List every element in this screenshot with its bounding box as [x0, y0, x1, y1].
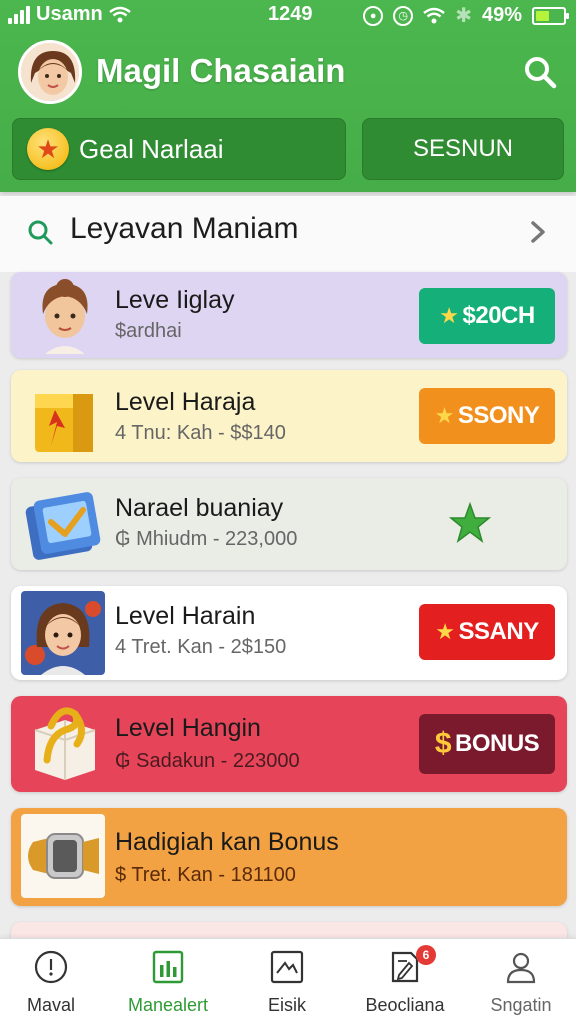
- item-title: Hadigiah kan Bonus: [115, 828, 339, 856]
- item-subtitle-text: Mhiudm - 223,000: [136, 528, 298, 550]
- bonus-button[interactable]: $ BONUS: [419, 714, 555, 774]
- clock: 1249: [268, 3, 313, 25]
- item-title: Narael buaniay: [115, 494, 284, 522]
- chart-doc-icon: [152, 950, 184, 984]
- search-icon[interactable]: [522, 54, 558, 90]
- item-title: Level Haraja: [115, 388, 256, 416]
- nav-label: Eisik: [267, 995, 306, 1015]
- reward-button[interactable]: ★ SSANY: [419, 604, 555, 660]
- nav-label: Sngatin: [490, 995, 552, 1015]
- item-subtitle: ₲ Sadakun - 223000: [115, 750, 300, 773]
- alarm-icon: ◷: [393, 5, 414, 26]
- list-item[interactable]: Leve Iiglay $ardhai ★ $20CH: [11, 272, 567, 358]
- reward-button[interactable]: ★ SSONY: [419, 388, 555, 444]
- item-title: Level Hangin: [115, 714, 261, 742]
- nav-item-eisik[interactable]: Eisik: [232, 939, 342, 1024]
- image-icon: [270, 950, 304, 984]
- app-title: Magil Chasaiain: [96, 52, 346, 89]
- nav-item-manealert[interactable]: Manealert: [113, 939, 223, 1024]
- bonus-button-label: BONUS: [455, 730, 540, 757]
- list-item[interactable]: Hadigiah kan Bonus $ Tret. Kan - 181100: [11, 808, 567, 906]
- item-subtitle: $ Tret. Kan - 181100: [115, 864, 296, 887]
- goal-button[interactable]: ★ Geal Narlaai: [12, 118, 346, 180]
- item-subtitle: ₲ Mhiudm - 223,000: [115, 528, 297, 551]
- carrier-name: Usamn: [36, 3, 103, 25]
- gift-box-icon: [35, 394, 93, 452]
- season-button[interactable]: SESNUN: [362, 118, 564, 180]
- star-icon: ★: [435, 619, 455, 644]
- compass-icon: [34, 950, 68, 984]
- reward-button-label: SSONY: [457, 402, 540, 429]
- nav-label: Beocliana: [365, 995, 445, 1015]
- gift-box-ribbon-icon: [34, 707, 96, 780]
- bottom-nav: Maval Manealert Eisik 6 Beocliana Sngati…: [0, 938, 576, 1024]
- wifi-status-icon: [423, 7, 445, 23]
- item-subtitle: $ardhai: [115, 320, 182, 342]
- season-button-label: SESNUN: [412, 135, 514, 162]
- avatar-girl-icon: [21, 591, 105, 675]
- chevron-right-icon: [531, 221, 545, 243]
- nav-label: Manealert: [127, 995, 209, 1015]
- bluetooth-icon: ✱: [455, 5, 472, 27]
- item-title: Level Harain: [115, 602, 256, 630]
- star-badge-icon: ★: [27, 128, 69, 170]
- star-icon: ★: [439, 303, 459, 328]
- dollar-icon: $: [115, 864, 127, 886]
- dollar-icon: $: [434, 727, 452, 760]
- section-header[interactable]: Leyavan Maniam: [0, 196, 576, 272]
- chart-card-icon: [25, 492, 101, 560]
- notification-badge: 6: [416, 945, 436, 965]
- star-icon[interactable]: [449, 502, 491, 544]
- status-bar: Usamn 1249 ● ◷ ✱ 49%: [0, 0, 576, 32]
- person-icon: [506, 952, 536, 984]
- reward-button-label: $20CH: [462, 302, 536, 329]
- dnd-icon: ●: [363, 5, 384, 26]
- battery-percent: 49%: [481, 4, 522, 26]
- nav-item-sngatin[interactable]: Sngatin: [466, 939, 576, 1024]
- app-header: Usamn 1249 ● ◷ ✱ 49% Magil Chasaiain ★ G…: [0, 0, 576, 192]
- item-subtitle: 4 Tnu: Kah - $$140: [115, 422, 286, 444]
- item-subtitle-text: Tret. Kan - 181100: [131, 864, 296, 886]
- item-subtitle: 4 Tret. Kan - 2$150: [115, 636, 287, 658]
- battery-icon: [532, 6, 569, 25]
- avatar-woman-icon: [42, 279, 88, 354]
- profile-avatar[interactable]: [18, 40, 82, 104]
- coin-icon: ₲: [115, 750, 131, 772]
- reward-button-label: SSANY: [458, 618, 540, 645]
- list-item[interactable]: Level Harain 4 Tret. Kan - 2$150 ★ SSANY: [11, 586, 567, 680]
- list-item[interactable]: Level Haraja 4 Tnu: Kah - $$140 ★ SSONY: [11, 370, 567, 462]
- signal-icon: [8, 5, 30, 24]
- coin-icon: ₲: [115, 528, 131, 550]
- nav-item-maval[interactable]: Maval: [0, 939, 106, 1024]
- star-icon: ★: [434, 403, 455, 428]
- wifi-icon: [108, 6, 131, 22]
- nav-label: Maval: [26, 995, 75, 1015]
- list-item[interactable]: Level Hangin ₲ Sadakun - 223000 $ BONUS: [11, 696, 567, 792]
- section-title: Leyavan Maniam: [70, 212, 299, 245]
- goal-button-label: Geal Narlaai: [79, 133, 224, 164]
- item-subtitle-text: Sadakun - 223000: [136, 750, 300, 772]
- reward-button[interactable]: ★ $20CH: [419, 288, 555, 344]
- list-item[interactable]: Narael buaniay ₲ Mhiudm - 223,000: [11, 478, 567, 570]
- nav-item-beocliana[interactable]: 6 Beocliana: [350, 939, 460, 1024]
- avatar-woman-icon: [21, 43, 79, 101]
- item-title: Leve Iiglay: [115, 286, 235, 314]
- search-icon: [28, 220, 53, 245]
- watch-icon: [21, 814, 105, 898]
